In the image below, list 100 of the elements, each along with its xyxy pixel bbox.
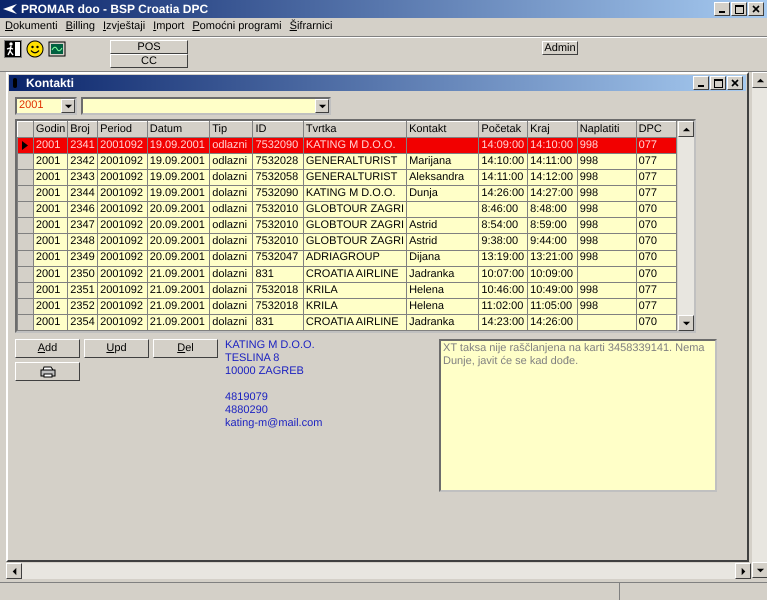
menu-item[interactable]: Import [150, 20, 190, 34]
close-icon [731, 79, 739, 87]
table-cell: 20.09.2001 [147, 250, 210, 266]
table-cell: 2001092 [98, 250, 148, 266]
action-button[interactable]: Add [15, 339, 80, 358]
minimize-button[interactable] [714, 2, 730, 16]
table-cell: 7532010 [252, 218, 304, 234]
window-title: PROMAR doo - BSP Croatia DPC [21, 2, 208, 16]
scroll-left-icon[interactable] [6, 563, 22, 579]
column-header[interactable]: Tip [210, 122, 253, 138]
column-header[interactable]: Kraj [528, 122, 578, 138]
table-cell: 11:05:00 [528, 298, 578, 314]
table-cell: 11:02:00 [478, 298, 528, 314]
table-cell: 2001092 [98, 282, 148, 298]
table-cell: 7532018 [252, 298, 304, 314]
table-cell: 10:46:00 [478, 282, 528, 298]
close-button[interactable] [748, 2, 764, 16]
row-header[interactable] [18, 218, 34, 234]
table-cell: KATING M D.O.O. [303, 186, 407, 202]
table-cell: dolazni [210, 170, 253, 186]
print-button[interactable] [15, 362, 80, 381]
address-line: KATING M D.O.O. [225, 339, 316, 352]
row-header[interactable] [18, 250, 34, 266]
menu-item[interactable]: Pomoćni programi [189, 20, 287, 34]
table-cell: 14:27:00 [528, 186, 578, 202]
column-header[interactable]: Datum [147, 122, 210, 138]
column-header[interactable]: Period [98, 122, 148, 138]
table-cell: 14:11:00 [528, 154, 578, 170]
table-cell: 998 [577, 218, 636, 234]
menu-item[interactable]: Billing [62, 20, 100, 34]
monitor-icon[interactable] [48, 40, 66, 58]
column-header[interactable]: Početak [478, 122, 528, 138]
scroll-down-icon[interactable] [752, 562, 767, 578]
table-cell: 998 [577, 138, 636, 154]
table-cell: GENERALTURIST [303, 170, 407, 186]
close-button[interactable] [727, 76, 743, 90]
scroll-up-icon[interactable] [678, 121, 694, 137]
menu-item[interactable]: Izvještaji [100, 20, 150, 34]
column-header[interactable]: DPC [636, 122, 676, 138]
menu-item[interactable]: Dokumenti [2, 20, 63, 34]
table-cell: 7532090 [252, 186, 304, 202]
table-cell: KRILA [303, 282, 407, 298]
action-button[interactable]: Upd [84, 339, 149, 358]
smiley-icon[interactable] [26, 40, 44, 58]
table-cell: 998 [577, 250, 636, 266]
table-cell: CROATIA AIRLINE [303, 314, 407, 330]
column-header[interactable]: Naplatiti [577, 122, 636, 138]
maximize-icon [734, 4, 744, 14]
walking-figure-icon[interactable] [4, 40, 22, 58]
table-cell: 2001 [33, 314, 68, 330]
table-cell: 831 [252, 314, 304, 330]
current-row-icon [22, 141, 28, 150]
table-cell: 070 [636, 234, 676, 250]
row-header[interactable] [18, 186, 34, 202]
table-cell: 2001 [33, 234, 68, 250]
maximize-button[interactable] [731, 2, 747, 16]
table-cell: dolazni [210, 282, 253, 298]
table-cell: dolazni [210, 314, 253, 330]
column-header[interactable]: Broj [68, 122, 98, 138]
row-header[interactable] [18, 298, 34, 314]
row-header[interactable] [18, 314, 34, 330]
year-dropdown[interactable]: 2001 [15, 97, 77, 115]
scroll-down-icon[interactable] [678, 315, 694, 331]
toolbar-button[interactable]: POS [110, 40, 188, 54]
column-header[interactable]: Tvrtka [303, 122, 407, 138]
company-dropdown[interactable] [81, 97, 331, 115]
toolbar-button[interactable]: CC [110, 54, 188, 68]
table-cell: 19.09.2001 [147, 186, 210, 202]
column-header[interactable]: Kontakt [406, 122, 479, 138]
maximize-button[interactable] [710, 76, 726, 90]
menu-item[interactable]: Šifrarnici [286, 20, 338, 34]
column-header[interactable]: Godin [33, 122, 68, 138]
admin-button[interactable]: Admin [542, 41, 578, 55]
action-button[interactable]: Del [153, 339, 218, 358]
minimize-button[interactable] [693, 76, 709, 90]
table-cell: 14:12:00 [528, 170, 578, 186]
scroll-up-icon[interactable] [752, 72, 767, 88]
table-cell: GLOBTOUR ZAGRI [303, 234, 407, 250]
table-cell: 2001 [33, 186, 68, 202]
table-cell: 7532018 [252, 282, 304, 298]
row-header[interactable] [18, 234, 34, 250]
table-cell: 9:38:00 [478, 234, 528, 250]
table-cell: GLOBTOUR ZAGRI [303, 202, 407, 218]
table-cell: 7532047 [252, 250, 304, 266]
table-cell: 13:19:00 [478, 250, 528, 266]
row-header[interactable] [18, 202, 34, 218]
row-header[interactable] [18, 154, 34, 170]
row-header[interactable] [18, 266, 34, 282]
table-cell: Jadranka [406, 314, 479, 330]
scroll-right-icon[interactable] [735, 563, 751, 579]
table-cell: 20.09.2001 [147, 218, 210, 234]
row-header[interactable] [18, 138, 34, 154]
table-cell: 2341 [68, 138, 98, 154]
table-cell: 7532058 [252, 170, 304, 186]
column-header[interactable]: ID [252, 122, 304, 138]
row-header[interactable] [18, 170, 34, 186]
table-cell: 2001 [33, 154, 68, 170]
row-header[interactable] [18, 282, 34, 298]
window-icon [12, 77, 18, 89]
note-field[interactable]: XT taksa nije raščlanjena na karti 3458339141. Nema Dunje, javit će se kad dođe. [439, 339, 717, 492]
